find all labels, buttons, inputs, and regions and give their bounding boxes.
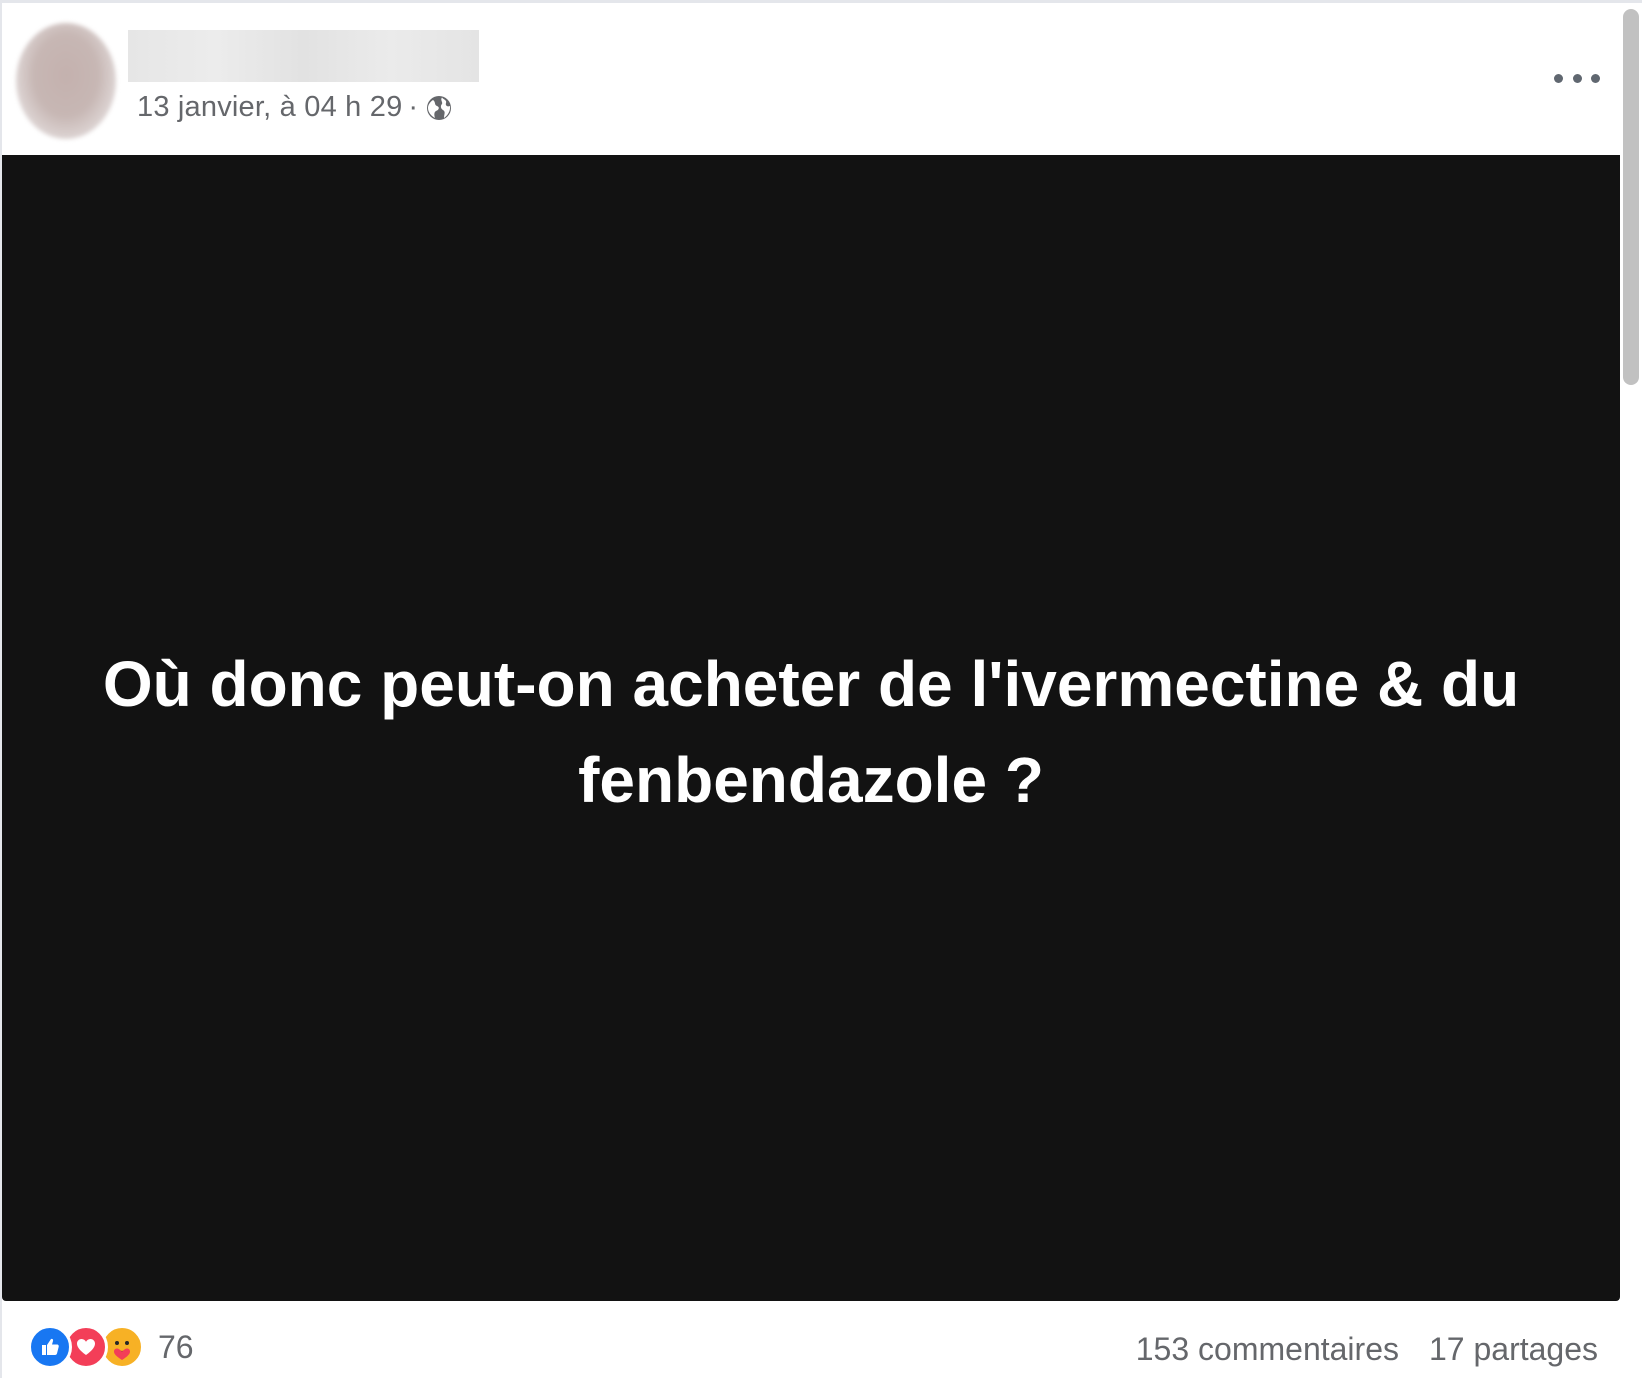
avatar[interactable] — [16, 23, 116, 139]
comments-count[interactable]: 153 commentaires — [1136, 1331, 1399, 1368]
more-options-icon[interactable] — [1554, 63, 1600, 93]
post-image-text: Où donc peut-on acheter de l'ivermectine… — [102, 648, 1520, 816]
reactions-summary[interactable]: 76 — [28, 1325, 194, 1369]
post-image[interactable]: Où donc peut-on acheter de l'ivermectine… — [2, 155, 1620, 1301]
meta-separator: · — [408, 91, 419, 123]
author-name-redacted[interactable] — [128, 30, 479, 82]
scrollbar[interactable] — [1620, 3, 1642, 391]
post-stats: 153 commentaires 17 partages — [1136, 1331, 1598, 1368]
post-meta: 13 janvier, à 04 h 29 · — [137, 91, 453, 124]
shares-count[interactable]: 17 partages — [1429, 1331, 1598, 1368]
post-header: 13 janvier, à 04 h 29 · — [2, 3, 1622, 153]
like-icon — [28, 1325, 72, 1369]
reaction-count[interactable]: 76 — [158, 1329, 194, 1366]
globe-icon — [427, 95, 452, 120]
post-footer: 76 153 commentaires 17 partages — [2, 1303, 1622, 1378]
post-timestamp[interactable]: 13 janvier, à 04 h 29 — [137, 91, 402, 124]
facebook-post: 13 janvier, à 04 h 29 · Où donc peut-on … — [0, 0, 1642, 1378]
scrollbar-thumb[interactable] — [1623, 9, 1639, 385]
